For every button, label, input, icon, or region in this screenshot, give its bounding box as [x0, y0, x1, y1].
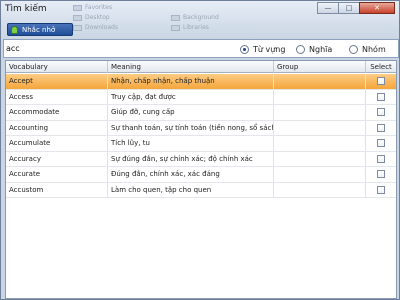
select-checkbox[interactable] [377, 170, 385, 179]
background-item: Background [171, 14, 219, 21]
vocabulary-cell: Accommodate [6, 105, 108, 120]
vocabulary-cell: Access [6, 89, 108, 104]
column-header-select[interactable]: Select [366, 61, 396, 73]
search-input[interactable] [6, 42, 231, 55]
select-checkbox[interactable] [377, 185, 385, 194]
vocabulary-table: Vocabulary Meaning Group Select Accept Nh… [5, 60, 397, 299]
table-body: Accept Nhận, chấp nhận, chấp thuận Access T… [6, 74, 396, 198]
group-cell [274, 182, 366, 197]
window-controls: — □ ✕ [317, 2, 395, 14]
table-row[interactable]: Accept Nhận, chấp nhận, chấp thuận [6, 74, 396, 90]
lightbulb-icon [11, 25, 18, 34]
background-item: Libraries [171, 24, 209, 31]
meaning-cell: Nhận, chấp nhận, chấp thuận [108, 74, 274, 89]
column-header-vocabulary[interactable]: Vocabulary [6, 61, 108, 73]
select-cell [366, 136, 396, 151]
table-row[interactable]: Accustom Làm cho quen, tập cho quen [6, 182, 396, 198]
select-checkbox[interactable] [377, 77, 385, 86]
select-cell [366, 121, 396, 136]
table-row[interactable]: Accumulate Tích lũy, tu [6, 136, 396, 152]
radio-unselected-icon [349, 44, 358, 54]
radio-label: Từ vựng [253, 44, 286, 54]
select-checkbox[interactable] [377, 139, 385, 148]
table-row[interactable]: Accommodate Giúp đỡ, cung cấp [6, 105, 396, 121]
select-cell [366, 152, 396, 167]
radio-label: Nhóm [362, 44, 386, 54]
select-checkbox[interactable] [377, 123, 385, 132]
group-cell [274, 167, 366, 182]
meaning-cell: Tích lũy, tu [108, 136, 274, 151]
background-item: Downloads [73, 24, 118, 31]
meaning-cell: Truy cập, đạt được [108, 89, 274, 104]
radio-label: Nghĩa [309, 44, 333, 54]
maximize-button[interactable]: □ [338, 2, 360, 14]
select-cell [366, 183, 396, 198]
select-cell [366, 74, 396, 89]
background-item: Desktop [73, 14, 110, 21]
table-row[interactable]: Accounting Sự thanh toán, sự tính toán (t… [6, 120, 396, 136]
vocabulary-cell: Accept [6, 74, 108, 89]
table-row[interactable]: Access Truy cập, đạt được [6, 89, 396, 105]
meaning-cell: Sự thanh toán, sự tính toán (tiền nong, … [108, 120, 274, 135]
background-item: Favorites [73, 4, 112, 11]
radio-meaning[interactable]: Nghĩa [296, 42, 332, 56]
window-title: Tìm kiếm [5, 4, 47, 14]
radio-group[interactable]: Nhóm [349, 42, 386, 56]
minimize-button[interactable]: — [317, 2, 339, 14]
vocabulary-cell: Accounting [6, 120, 108, 135]
select-checkbox[interactable] [377, 154, 385, 163]
search-bar: Từ vựng Nghĩa Nhóm [3, 39, 399, 58]
radio-vocabulary[interactable]: Từ vựng [240, 42, 285, 56]
group-cell [274, 120, 366, 135]
folder-icon [73, 4, 82, 11]
table-row[interactable]: Accuracy Sự đúng đắn, sự chính xác; độ ch… [6, 151, 396, 167]
meaning-cell: Đúng đắn, chính xác, xác đáng [108, 167, 274, 182]
select-cell [366, 105, 396, 120]
radio-selected-icon [240, 44, 249, 54]
meaning-cell: Giúp đỡ, cung cấp [108, 105, 274, 120]
folder-icon [171, 24, 180, 31]
column-header-meaning[interactable]: Meaning [108, 61, 274, 73]
close-button[interactable]: ✕ [359, 2, 395, 14]
vocabulary-cell: Accuracy [6, 151, 108, 166]
table-header: Vocabulary Meaning Group Select [6, 61, 396, 73]
group-cell [274, 105, 366, 120]
search-window: Tìm kiếm Favorites Desktop Downloads Bac… [0, 0, 400, 300]
folder-icon [73, 14, 82, 21]
vocabulary-cell: Accurate [6, 167, 108, 182]
column-header-group[interactable]: Group [274, 61, 366, 73]
reminder-button-label: Nhắc nhở [22, 25, 56, 34]
title-bar[interactable]: Tìm kiếm Favorites Desktop Downloads Bac… [1, 1, 399, 37]
table-row[interactable]: Accurate Đúng đắn, chính xác, xác đáng [6, 167, 396, 183]
select-checkbox[interactable] [377, 92, 385, 101]
vocabulary-cell: Accustom [6, 182, 108, 197]
radio-unselected-icon [296, 44, 305, 54]
meaning-cell: Sự đúng đắn, sự chính xác; độ chính xác [108, 151, 274, 166]
group-cell [274, 136, 366, 151]
select-checkbox[interactable] [377, 108, 385, 117]
select-cell [366, 90, 396, 105]
meaning-cell: Làm cho quen, tập cho quen [108, 182, 274, 197]
select-cell [366, 167, 396, 182]
folder-icon [171, 14, 180, 21]
folder-icon [73, 24, 82, 31]
reminder-button[interactable]: Nhắc nhở [7, 23, 73, 36]
group-cell [274, 151, 366, 166]
group-cell [274, 89, 366, 104]
group-cell [274, 74, 366, 89]
vocabulary-cell: Accumulate [6, 136, 108, 151]
